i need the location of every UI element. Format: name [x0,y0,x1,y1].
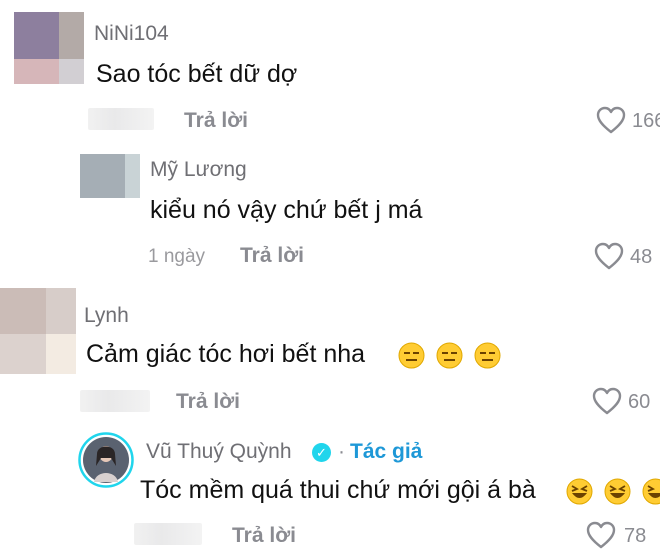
expressionless-emoji [436,342,463,369]
verified-icon: ✓ [312,443,331,462]
like-count: 60 [628,391,651,413]
comment-text: Sao tóc bết dữ dợ [96,60,298,88]
like-count: 78 [624,525,647,547]
heart-icon[interactable] [586,521,616,549]
grinning-squinting-emoji [604,478,631,505]
author-badge: Tác giả [350,440,423,463]
heart-icon[interactable] [596,106,626,134]
blurred-date [134,523,202,545]
like-count: 48 [630,246,653,268]
comment-my-luong: Mỹ Lương kiểu nó vậy chứ bết j má 1 ngày… [0,140,660,280]
heart-icon[interactable] [592,387,622,415]
expressionless-emoji [398,342,425,369]
reply-button[interactable]: Trả lời [176,390,240,414]
comment-nini104: NiNi104 Sao tóc bết dữ dợ Trả lời 166 [0,0,660,140]
comment-date: 1 ngày [148,246,206,267]
grinning-squinting-emoji [642,478,660,505]
comment-text: kiểu nó vậy chứ bết j má [150,196,423,224]
blurred-date [80,390,150,412]
avatar-pixelated[interactable] [14,12,84,84]
comment-text: Cảm giác tóc hơi bết nha [86,340,366,368]
grinning-squinting-emoji [566,478,593,505]
blurred-date [88,108,154,130]
reply-button[interactable]: Trả lời [232,524,296,548]
like-count: 166 [632,110,660,132]
comment-author-reply: Vũ Thuý Quỳnh ✓ · Tác giả Tóc mềm quá th… [0,420,660,550]
separator-dot: · [338,440,345,463]
expressionless-emoji [474,342,501,369]
author-avatar[interactable] [78,432,134,488]
comment-text: Tóc mềm quá thui chứ mới gội á bà [140,476,536,504]
username[interactable]: NiNi104 [94,22,169,46]
heart-icon[interactable] [594,242,624,270]
username[interactable]: Lynh [84,304,129,328]
reply-button[interactable]: Trả lời [240,244,304,268]
username[interactable]: Vũ Thuý Quỳnh [146,440,292,464]
avatar-pixelated[interactable] [0,288,76,374]
comment-lynh: Lynh Cảm giác tóc hơi bết nha Trả lời 60 [0,280,660,420]
avatar-pixelated[interactable] [80,154,140,198]
reply-button[interactable]: Trả lời [184,109,248,133]
username[interactable]: Mỹ Lương [150,158,247,182]
